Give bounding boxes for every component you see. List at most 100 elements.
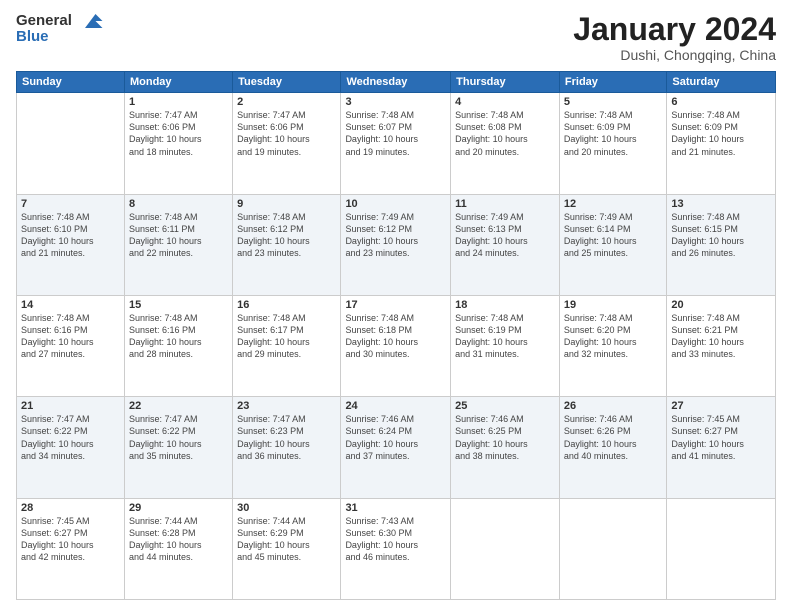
day-number: 10	[345, 198, 446, 210]
daylight-text: Daylight: 10 hoursand 30 minutes.	[345, 337, 418, 359]
daylight-text: Daylight: 10 hoursand 31 minutes.	[455, 337, 528, 359]
day-number: 1	[129, 96, 228, 108]
daylight-text: Daylight: 10 hoursand 44 minutes.	[129, 540, 202, 562]
table-row: 18 Sunrise: 7:48 AM Sunset: 6:19 PM Dayligh…	[451, 295, 560, 396]
day-info: Sunrise: 7:48 AMSunset: 6:12 PMDaylight:…	[237, 211, 336, 260]
day-info: Sunrise: 7:48 AMSunset: 6:11 PMDaylight:…	[129, 211, 228, 260]
daylight-text: Daylight: 10 hoursand 22 minutes.	[129, 236, 202, 258]
sunrise-text: Sunrise: 7:48 AM	[21, 313, 90, 323]
table-row: 17Sunrise: 7:48 AMSunset: 6:18 PMDayligh…	[341, 295, 451, 396]
day-number: 11	[455, 198, 555, 210]
daylight-text: Daylight: 10 hoursand 19 minutes.	[345, 134, 418, 156]
title-block: January 2024 Dushi, Chongqing, China	[573, 12, 776, 63]
sunset-text: Sunset: 6:09 PM	[671, 122, 738, 132]
sunrise-text: Sunrise: 7:48 AM	[564, 313, 633, 323]
sunrise-text: Sunrise: 7:46 AM	[455, 414, 524, 424]
daylight-text: Daylight: 10 hoursand 28 minutes.	[129, 337, 202, 359]
header-monday: Monday	[124, 72, 232, 93]
sunrise-text: Sunrise: 7:47 AM	[129, 110, 198, 120]
sunset-text: Sunset: 6:18 PM	[345, 325, 412, 335]
header-friday: Friday	[559, 72, 666, 93]
table-row: 11Sunrise: 7:49 AMSunset: 6:13 PMDayligh…	[451, 194, 560, 295]
day-info: Sunrise: 7:43 AMSunset: 6:30 PMDaylight:…	[345, 515, 446, 564]
sunset-text: Sunset: 6:19 PM	[455, 325, 522, 335]
day-number: 22	[129, 400, 228, 412]
table-row	[559, 498, 666, 599]
table-row: 25Sunrise: 7:46 AMSunset: 6:25 PMDayligh…	[451, 397, 560, 498]
daylight-text: Daylight: 10 hoursand 24 minutes.	[455, 236, 528, 258]
sunrise-text: Sunrise: 7:48 AM	[345, 110, 414, 120]
logo-general: General	[16, 12, 72, 29]
day-number: 26	[564, 400, 662, 412]
daylight-text: Daylight: 10 hoursand 19 minutes.	[237, 134, 310, 156]
day-number: 31	[345, 502, 446, 514]
daylight-text: Daylight: 10 hoursand 23 minutes.	[345, 236, 418, 258]
sunrise-text: Sunrise: 7:49 AM	[455, 212, 524, 222]
day-number: 29	[129, 502, 228, 514]
table-row: 1Sunrise: 7:47 AMSunset: 6:06 PMDaylight…	[124, 93, 232, 194]
sunset-text: Sunset: 6:16 PM	[21, 325, 88, 335]
sunset-text: Sunset: 6:09 PM	[564, 122, 631, 132]
day-number: 23	[237, 400, 336, 412]
sunrise-text: Sunrise: 7:46 AM	[564, 414, 633, 424]
day-number: 16	[237, 299, 336, 311]
day-info: Sunrise: 7:49 AMSunset: 6:14 PMDaylight:…	[564, 211, 662, 260]
calendar-week-row: 28Sunrise: 7:45 AMSunset: 6:27 PMDayligh…	[17, 498, 776, 599]
header: General Blue January 2024 Dushi, Chongqi…	[16, 12, 776, 63]
table-row: 23Sunrise: 7:47 AMSunset: 6:23 PMDayligh…	[233, 397, 341, 498]
sunset-text: Sunset: 6:16 PM	[129, 325, 196, 335]
day-number: 7	[21, 198, 120, 210]
daylight-text: Daylight: 10 hoursand 20 minutes.	[564, 134, 637, 156]
daylight-text: Daylight: 10 hoursand 26 minutes.	[671, 236, 744, 258]
sunset-text: Sunset: 6:25 PM	[455, 426, 522, 436]
day-info: Sunrise: 7:46 AMSunset: 6:26 PMDaylight:…	[564, 413, 662, 462]
sunrise-text: Sunrise: 7:48 AM	[671, 313, 740, 323]
daylight-text: Daylight: 10 hoursand 34 minutes.	[21, 439, 94, 461]
header-thursday: Thursday	[451, 72, 560, 93]
day-number: 3	[345, 96, 446, 108]
sunset-text: Sunset: 6:08 PM	[455, 122, 522, 132]
sunrise-text: Sunrise: 7:47 AM	[129, 414, 198, 424]
table-row: 24Sunrise: 7:46 AMSunset: 6:24 PMDayligh…	[341, 397, 451, 498]
day-number: 19	[564, 299, 662, 311]
sunset-text: Sunset: 6:27 PM	[671, 426, 738, 436]
sunset-text: Sunset: 6:10 PM	[21, 224, 88, 234]
table-row: 20Sunrise: 7:48 AMSunset: 6:21 PMDayligh…	[667, 295, 776, 396]
daylight-text: Daylight: 10 hoursand 32 minutes.	[564, 337, 637, 359]
sunset-text: Sunset: 6:12 PM	[345, 224, 412, 234]
table-row: 16Sunrise: 7:48 AMSunset: 6:17 PMDayligh…	[233, 295, 341, 396]
sunset-text: Sunset: 6:12 PM	[237, 224, 304, 234]
weekday-header-row: Sunday Monday Tuesday Wednesday Thursday…	[17, 72, 776, 93]
sunrise-text: Sunrise: 7:49 AM	[345, 212, 414, 222]
day-number: 8	[129, 198, 228, 210]
day-number: 2	[237, 96, 336, 108]
day-number: 30	[237, 502, 336, 514]
daylight-text: Daylight: 10 hoursand 41 minutes.	[671, 439, 744, 461]
day-info: Sunrise: 7:48 AMSunset: 6:07 PMDaylight:…	[345, 109, 446, 158]
sunrise-text: Sunrise: 7:48 AM	[455, 110, 524, 120]
day-info: Sunrise: 7:48 AMSunset: 6:09 PMDaylight:…	[671, 109, 771, 158]
sunset-text: Sunset: 6:06 PM	[129, 122, 196, 132]
table-row: 14Sunrise: 7:48 AMSunset: 6:16 PMDayligh…	[17, 295, 125, 396]
day-number: 28	[21, 502, 120, 514]
table-row: 2Sunrise: 7:47 AMSunset: 6:06 PMDaylight…	[233, 93, 341, 194]
table-row: 10 Sunrise: 7:49 AM Sunset: 6:12 PM Dayligh…	[341, 194, 451, 295]
table-row: 21Sunrise: 7:47 AMSunset: 6:22 PMDayligh…	[17, 397, 125, 498]
day-info: Sunrise: 7:48 AM Sunset: 6:19 PM Daylight:…	[455, 312, 555, 361]
table-row	[667, 498, 776, 599]
sunset-text: Sunset: 6:11 PM	[129, 224, 195, 234]
sunrise-text: Sunrise: 7:48 AM	[671, 110, 740, 120]
day-number: 18	[455, 299, 555, 311]
sunrise-text: Sunrise: 7:48 AM	[455, 313, 524, 323]
day-number: 15	[129, 299, 228, 311]
day-info: Sunrise: 7:45 AMSunset: 6:27 PMDaylight:…	[21, 515, 120, 564]
sunset-text: Sunset: 6:22 PM	[21, 426, 88, 436]
day-number: 4	[455, 96, 555, 108]
day-info: Sunrise: 7:47 AMSunset: 6:06 PMDaylight:…	[237, 109, 336, 158]
daylight-text: Daylight: 10 hoursand 35 minutes.	[129, 439, 202, 461]
day-info: Sunrise: 7:47 AMSunset: 6:06 PMDaylight:…	[129, 109, 228, 158]
sunrise-text: Sunrise: 7:48 AM	[129, 313, 198, 323]
sunrise-text: Sunrise: 7:47 AM	[237, 414, 306, 424]
calendar-week-row: 7Sunrise: 7:48 AMSunset: 6:10 PMDaylight…	[17, 194, 776, 295]
sunset-text: Sunset: 6:30 PM	[345, 528, 412, 538]
